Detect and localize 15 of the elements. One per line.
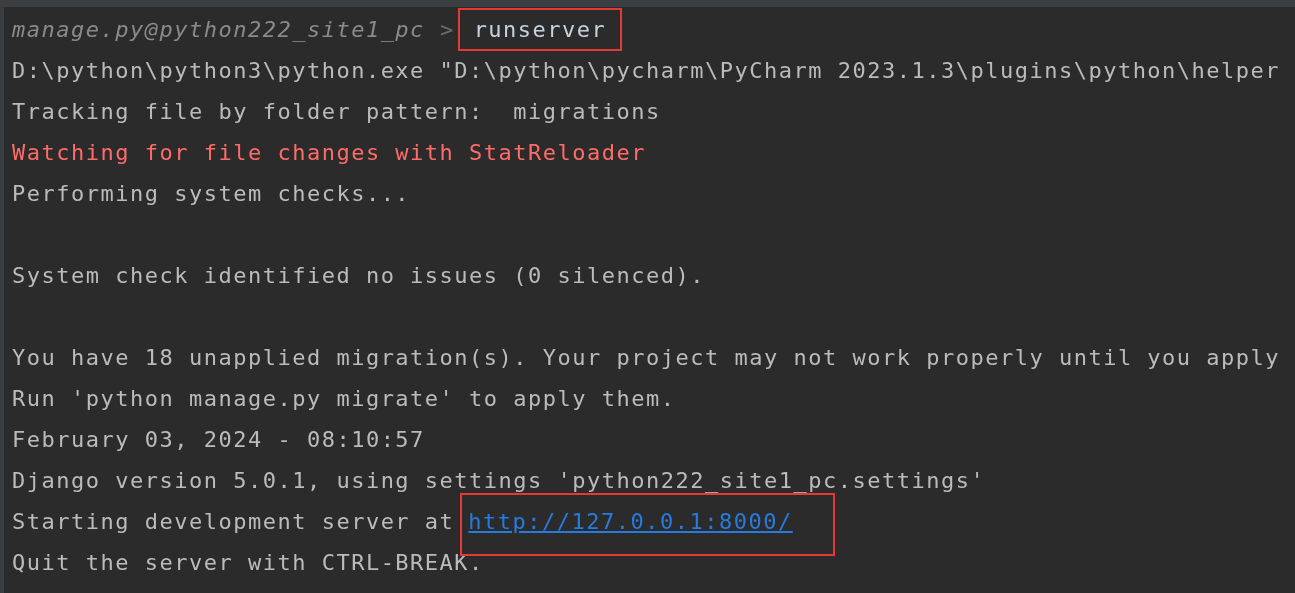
server-link[interactable]: http://127.0.0.1:8000/: [468, 509, 793, 534]
output-line: Django version 5.0.1, using settings 'python222_site1_pc.settings': [12, 467, 986, 495]
output-line: February 03, 2024 - 08:10:57: [12, 426, 425, 454]
output-line: System check identified no issues (0 silenced).: [12, 262, 706, 290]
console-prompt: manage.py@python222_site1_pc: [12, 16, 425, 44]
output-line: D:\python\python3\python.exe "D:\python\pycharm\PyCharm 2023.1.3\plugins\python\helper: [12, 57, 1281, 85]
error-line: Watching for file changes with StatReloader: [12, 139, 647, 167]
output-line: Run 'python manage.py migrate' to apply them.: [12, 385, 676, 413]
output-line: Performing system checks...: [12, 180, 411, 208]
output-line: Tracking file by folder pattern: migrations: [12, 98, 661, 126]
output-line: Starting development server at: [12, 508, 455, 536]
output-line: You have 18 unapplied migration(s). Your project may not work properly until you apply: [12, 344, 1281, 372]
prompt-marker: >: [439, 16, 455, 44]
output-line: Quit the server with CTRL-BREAK.: [12, 549, 484, 577]
command-text: runserver: [457, 8, 623, 51]
